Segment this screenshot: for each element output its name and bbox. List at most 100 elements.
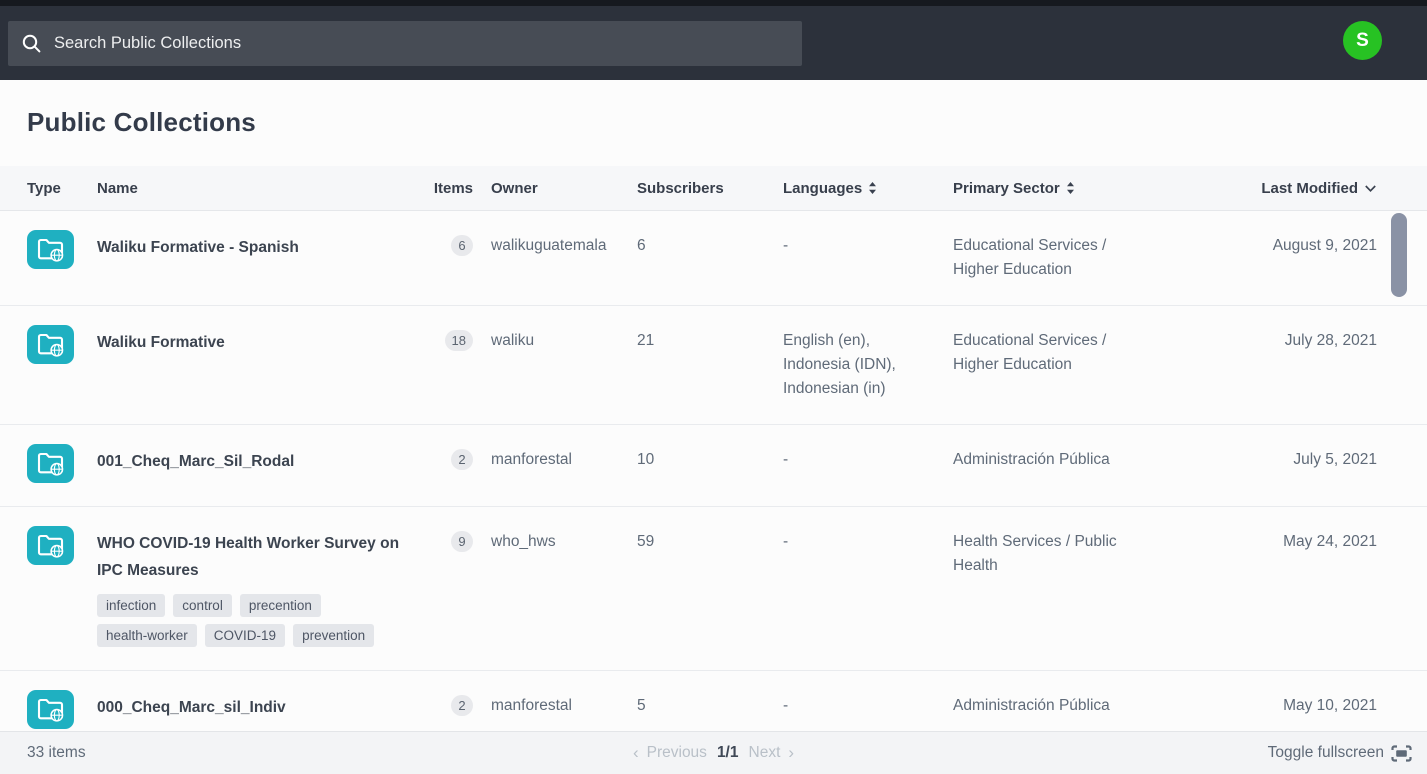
table-row[interactable]: 000_Cheq_Marc_sil_Indiv2manforestal5-Adm… [0, 671, 1427, 731]
languages-cell: - [771, 694, 941, 718]
subscribers-cell: 6 [625, 234, 771, 258]
last-modified-cell: August 9, 2021 [1121, 234, 1427, 258]
column-header-subscribers: Subscribers [625, 180, 771, 197]
name-cell: Waliku Formative - Spanish [97, 234, 424, 261]
next-page-button[interactable]: Next › [749, 743, 795, 763]
type-cell [27, 329, 97, 364]
table-body: Waliku Formative - Spanish6walikuguatema… [0, 211, 1427, 731]
items-count-badge: 2 [451, 695, 473, 716]
primary-sector-cell: Educational Services / Higher Education [941, 329, 1121, 377]
search-box[interactable] [8, 21, 802, 66]
title-section: Public Collections [0, 80, 1427, 166]
collection-name[interactable]: Waliku Formative [97, 329, 424, 356]
chevron-right-icon: › [788, 743, 794, 763]
collection-name[interactable]: Waliku Formative - Spanish [97, 234, 424, 261]
languages-cell: English (en), Indonesia (IDN), Indonesia… [771, 329, 941, 401]
sort-arrows-icon [1066, 181, 1075, 195]
folder-globe-icon [27, 230, 74, 269]
owner-cell: manforestal [479, 448, 625, 472]
tag: prevention [293, 624, 374, 647]
avatar[interactable]: S [1343, 21, 1382, 60]
column-header-languages[interactable]: Languages [771, 180, 941, 197]
items-count-badge: 18 [445, 330, 473, 351]
column-header-type: Type [27, 180, 97, 197]
column-header-items: Items [424, 180, 479, 197]
folder-globe-icon [27, 526, 74, 565]
owner-cell: waliku [479, 329, 625, 353]
table-header: TypeName Items Owner Subscribers Languages Pr… [0, 166, 1427, 211]
sort-arrows-icon [868, 181, 877, 195]
items-cell: 18 [424, 329, 479, 353]
search-input[interactable] [54, 34, 788, 53]
items-count-badge: 9 [451, 531, 473, 552]
toggle-fullscreen-button[interactable]: Toggle fullscreen [1268, 744, 1412, 762]
primary-sector-cell: Administración Pública [941, 694, 1121, 718]
owner-cell: manforestal [479, 694, 625, 718]
table-row[interactable]: 001_Cheq_Marc_Sil_Rodal 2 manforestal10-Ad… [0, 425, 1427, 507]
column-label: Items [434, 180, 473, 197]
column-label: Name [97, 180, 138, 197]
column-label: Languages [783, 180, 862, 197]
last-modified-cell: July 5, 2021 [1121, 448, 1427, 472]
primary-sector-cell: Health Services / Public Health [941, 530, 1121, 578]
page-indicator: 1/1 [717, 744, 739, 762]
pagination: ‹ Previous 1/1 Next › [633, 743, 794, 763]
collection-name[interactable]: 001_Cheq_Marc_Sil_Rodal [97, 448, 424, 475]
scrollbar-thumb[interactable] [1391, 213, 1407, 297]
items-cell: 9 [424, 530, 479, 554]
last-modified-cell: May 24, 2021 [1121, 530, 1427, 554]
owner-cell: who_hws [479, 530, 625, 554]
items-count-badge: 2 [451, 449, 473, 470]
tag: infection [97, 594, 165, 617]
table-row[interactable]: Waliku Formative18waliku21English (en), … [0, 306, 1427, 425]
name-cell: WHO COVID-19 Health Worker Survey on IPC… [97, 530, 424, 647]
table-row[interactable]: WHO COVID-19 Health Worker Survey on IPC… [0, 507, 1427, 671]
items-cell: 2 [424, 694, 479, 718]
chevron-left-icon: ‹ [633, 743, 639, 763]
type-cell [27, 234, 97, 269]
items-count-badge: 6 [451, 235, 473, 256]
table-row[interactable]: Waliku Formative - Spanish6walikuguatema… [0, 211, 1427, 306]
languages-cell: - [771, 448, 941, 472]
primary-sector-cell: Educational Services / Higher Education [941, 234, 1121, 282]
column-header-sector[interactable]: Primary Sector [941, 180, 1121, 197]
collection-name[interactable]: WHO COVID-19 Health Worker Survey on IPC… [97, 530, 424, 584]
column-label: Subscribers [637, 180, 724, 197]
owner-cell: walikuguatemala [479, 234, 625, 258]
items-cell: 2 [424, 448, 479, 472]
top-bar: S [0, 0, 1427, 80]
column-label: Primary Sector [953, 180, 1060, 197]
items-count: 33 items [27, 744, 86, 762]
items-cell: 6 [424, 234, 479, 258]
subscribers-cell: 10 [625, 448, 771, 472]
primary-sector-cell: Administración Pública [941, 448, 1121, 472]
toggle-fullscreen-label: Toggle fullscreen [1268, 744, 1384, 762]
tag: health-worker [97, 624, 197, 647]
column-label: Last Modified [1261, 180, 1358, 197]
vertical-scrollbar[interactable] [1391, 211, 1407, 731]
folder-globe-icon [27, 444, 74, 483]
last-modified-cell: July 28, 2021 [1121, 329, 1427, 353]
toggle-fullscreen-icon [1391, 745, 1412, 762]
avatar-initial: S [1356, 30, 1369, 52]
last-modified-cell: May 10, 2021 [1121, 694, 1427, 718]
tag: COVID-19 [205, 624, 285, 647]
tag: control [173, 594, 232, 617]
folder-globe-icon [27, 325, 74, 364]
name-cell: 001_Cheq_Marc_Sil_Rodal [97, 448, 424, 475]
footer: 33 items ‹ Previous 1/1 Next › Toggle fu… [0, 731, 1427, 774]
column-header-modified[interactable]: Last Modified [1121, 180, 1427, 197]
tag: precention [240, 594, 321, 617]
collection-name[interactable]: 000_Cheq_Marc_sil_Indiv [97, 694, 424, 721]
languages-cell: - [771, 530, 941, 554]
chevron-down-icon [1364, 184, 1377, 193]
type-cell [27, 530, 97, 565]
column-label: Owner [491, 180, 538, 197]
languages-cell: - [771, 234, 941, 258]
previous-page-button[interactable]: ‹ Previous [633, 743, 707, 763]
subscribers-cell: 59 [625, 530, 771, 554]
search-icon [22, 34, 41, 53]
page-title: Public Collections [27, 107, 1400, 138]
folder-globe-icon [27, 690, 74, 729]
type-cell [27, 694, 97, 729]
